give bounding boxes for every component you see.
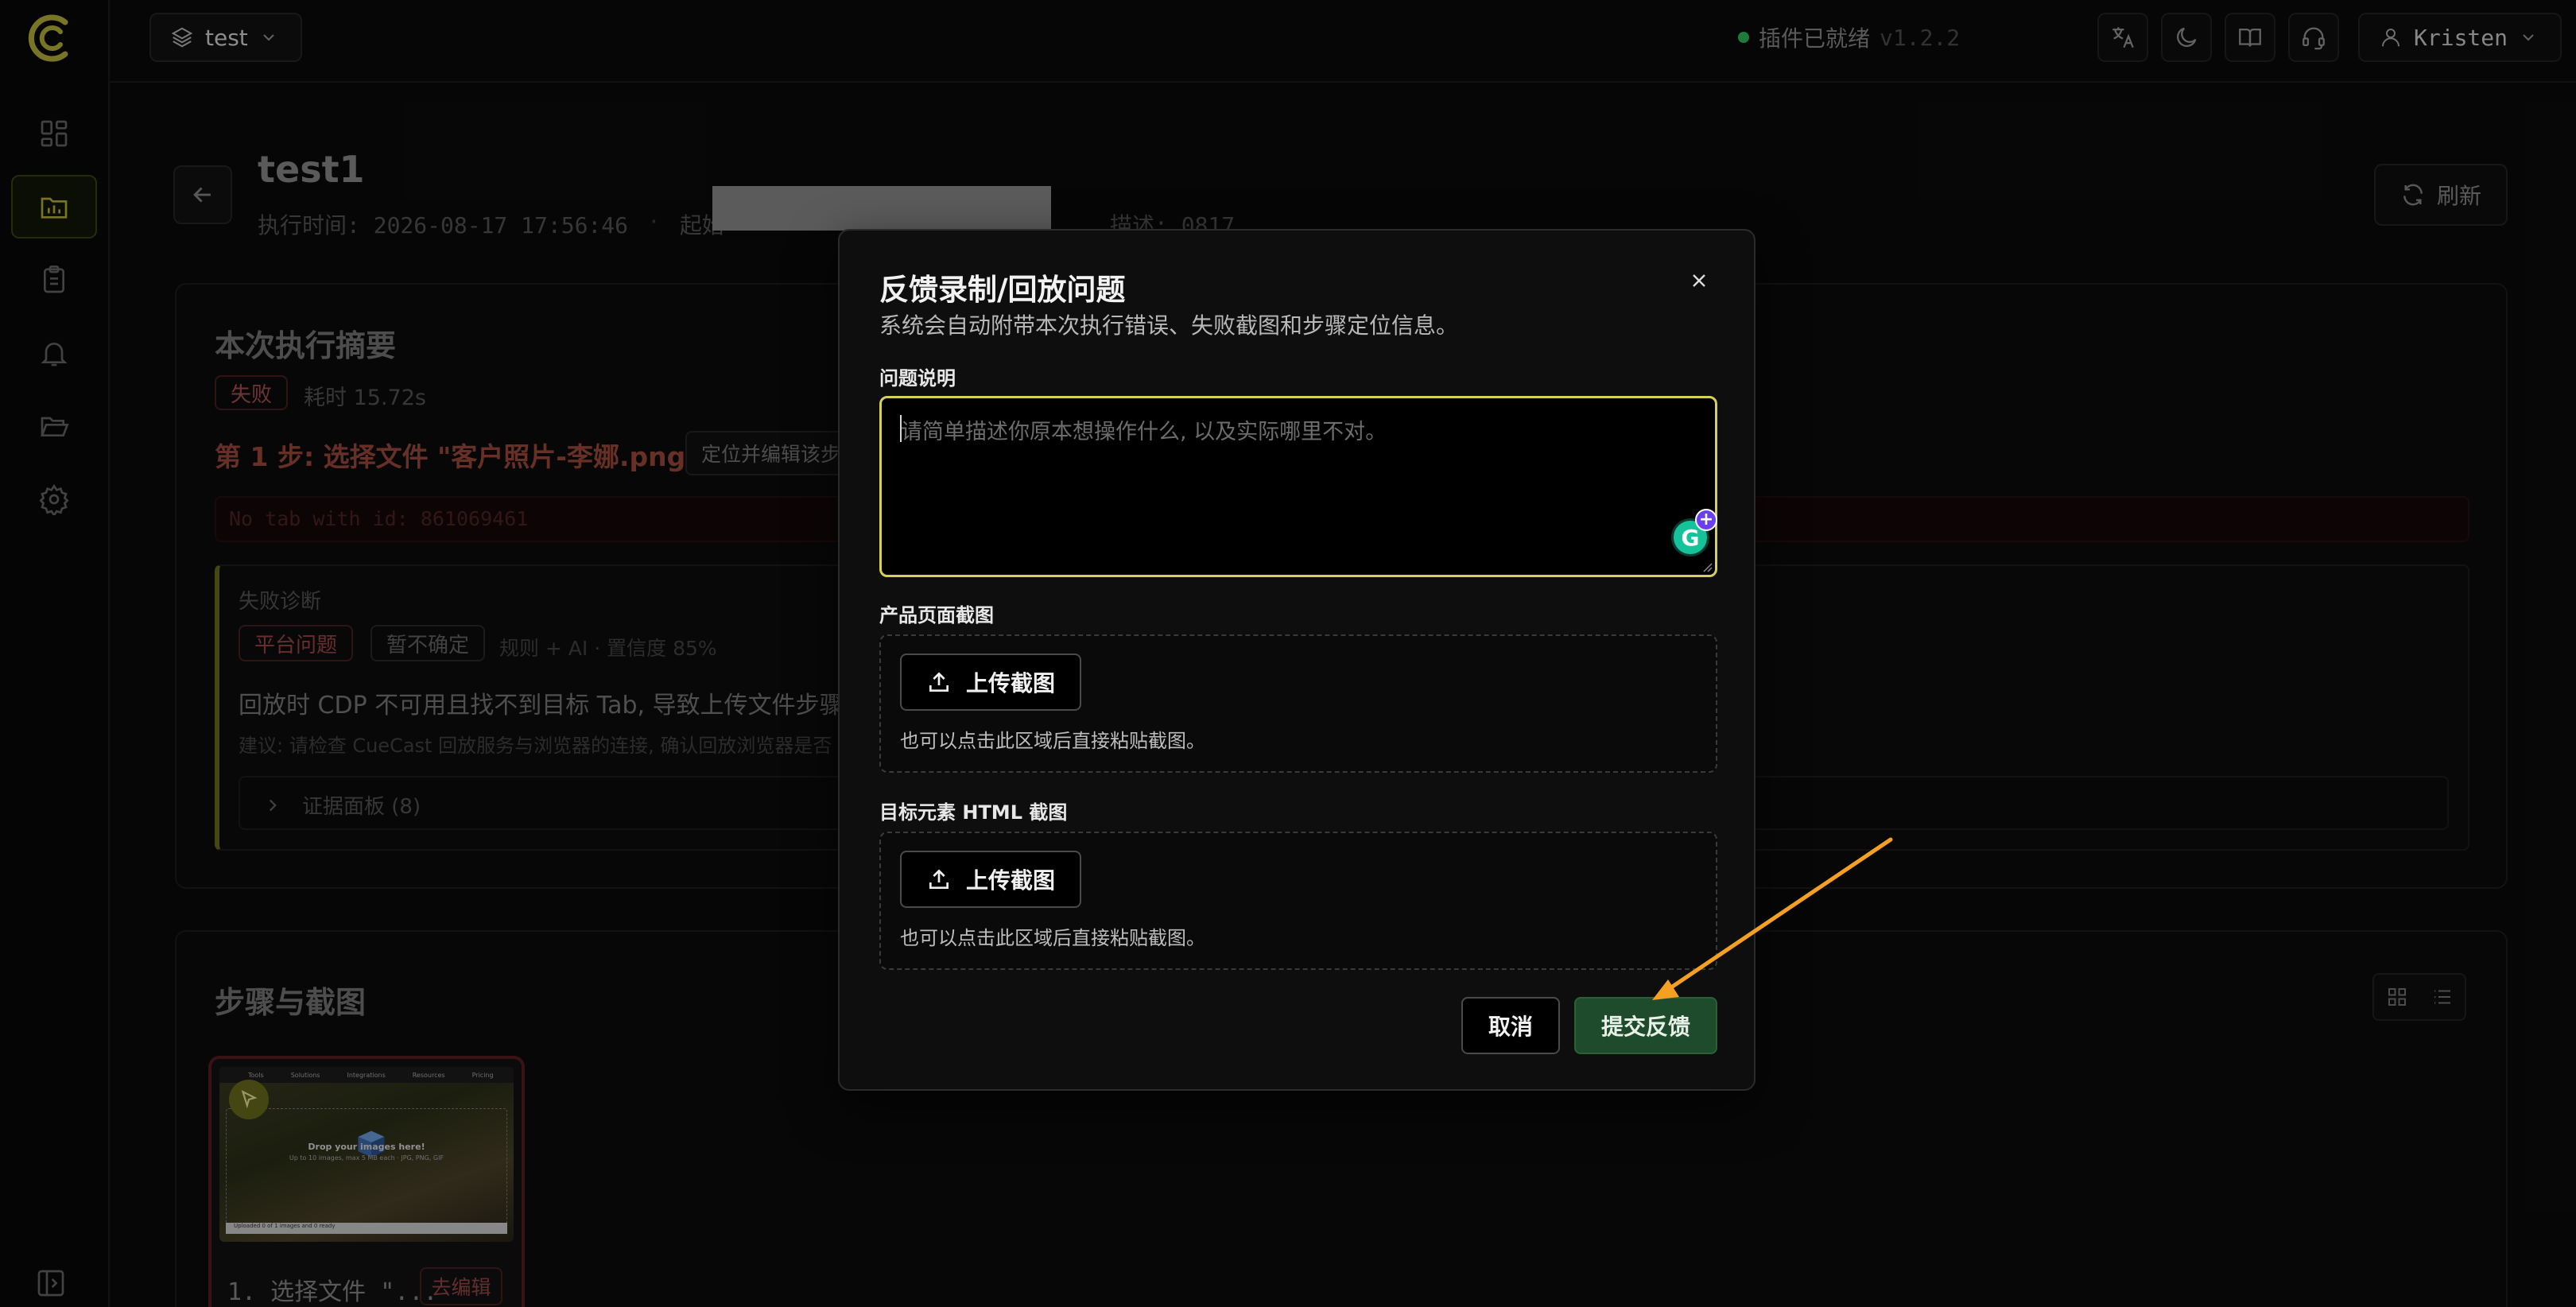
feedback-modal: 反馈录制/回放问题 系统会自动附带本次执行错误、失败截图和步骤定位信息。 问题说… — [838, 229, 1755, 1091]
upload-icon — [929, 869, 949, 889]
close-icon — [1693, 274, 1705, 287]
modal-subtitle: 系统会自动附带本次执行错误、失败截图和步骤定位信息。 — [879, 312, 1459, 339]
modal-title: 反馈录制/回放问题 — [879, 273, 1126, 307]
paste-hint: 也可以点击此区域后直接粘贴截图。 — [900, 730, 1205, 752]
element-screenshot-label: 目标元素 HTML 截图 — [879, 801, 1068, 824]
paste-hint: 也可以点击此区域后直接粘贴截图。 — [900, 927, 1205, 949]
upload-icon — [929, 672, 949, 692]
text-caret — [900, 415, 902, 442]
element-screenshot-dropzone[interactable]: 上传截图 也可以点击此区域后直接粘贴截图。 — [879, 832, 1717, 970]
resize-grip-icon[interactable] — [1700, 560, 1713, 572]
upload-element-screenshot-button[interactable]: 上传截图 — [900, 851, 1081, 908]
upload-page-screenshot-button[interactable]: 上传截图 — [900, 654, 1081, 711]
description-label: 问题说明 — [879, 367, 956, 390]
close-button[interactable] — [1686, 267, 1713, 294]
page-screenshot-label: 产品页面截图 — [879, 604, 994, 626]
upload-label: 上传截图 — [965, 670, 1055, 696]
upload-label: 上传截图 — [965, 867, 1055, 894]
submit-feedback-button[interactable]: 提交反馈 — [1574, 997, 1717, 1054]
cancel-button[interactable]: 取消 — [1461, 997, 1560, 1054]
page-screenshot-dropzone[interactable]: 上传截图 也可以点击此区域后直接粘贴截图。 — [879, 634, 1717, 773]
description-textarea[interactable] — [879, 396, 1717, 577]
plus-icon[interactable]: + — [1695, 509, 1717, 531]
